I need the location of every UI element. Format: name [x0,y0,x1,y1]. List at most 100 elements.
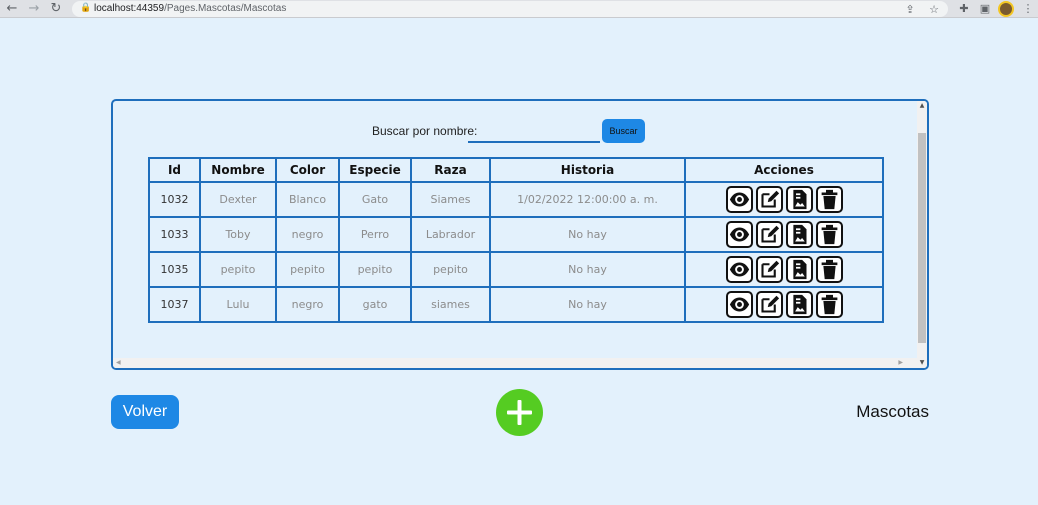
eye-icon [729,192,749,207]
view-button[interactable] [725,291,753,318]
search-button[interactable]: Buscar [602,119,645,143]
edit-button[interactable] [755,256,783,283]
eye-icon [729,262,749,277]
cell-acciones [684,286,884,323]
view-button[interactable] [725,221,753,248]
url-text: localhost:44359/Pages.Mascotas/Mascotas [94,3,287,14]
delete-button[interactable] [815,186,843,213]
plus-icon [507,400,532,425]
search-input[interactable] [468,121,600,143]
eye-icon [729,227,749,242]
row-actions [686,291,882,318]
cell-raza: siames [410,286,491,323]
cell-acciones [684,181,884,218]
add-mascota-button[interactable] [496,389,543,436]
view-button[interactable] [725,186,753,213]
row-actions [686,221,882,248]
search-label: Buscar por nombre: [372,124,478,138]
lock-icon: 🔒 [80,3,92,13]
scroll-left-icon[interactable]: ◀ [116,359,121,366]
browser-toolbar: ← → ↻ 🔒 localhost:44359/Pages.Mascotas/M… [0,0,1038,18]
edit-icon [760,260,779,278]
edit-button[interactable] [755,221,783,248]
cell-nombre: Dexter [199,181,277,218]
column-header-especie: Especie [338,157,412,183]
table-header-row: Id Nombre Color Especie Raza Historia Ac… [148,157,884,183]
document-icon [792,224,806,245]
table-row: 1037 Lulu negro gato siames No hay [148,286,884,323]
volver-button[interactable]: Volver [111,395,179,429]
delete-button[interactable] [815,291,843,318]
star-icon[interactable]: ☆ [926,2,942,18]
eye-icon [729,297,749,312]
forward-arrow-icon[interactable]: → [26,1,42,17]
edit-icon [760,190,779,208]
column-header-id: Id [148,157,201,183]
document-icon [792,189,806,210]
document-icon [792,259,806,280]
document-button[interactable] [785,256,813,283]
cell-id: 1037 [148,286,201,323]
vertical-scrollbar[interactable]: ▲ ▼ [917,101,927,368]
column-header-color: Color [275,157,340,183]
cell-acciones [684,251,884,288]
cell-especie: gato [338,286,412,323]
column-header-acciones: Acciones [684,157,884,183]
edit-button[interactable] [755,186,783,213]
cell-nombre: Toby [199,216,277,253]
scroll-down-icon[interactable]: ▼ [917,359,927,366]
share-icon[interactable]: ⇪ [902,2,918,18]
cell-id: 1032 [148,181,201,218]
cell-especie: pepito [338,251,412,288]
edit-button[interactable] [755,291,783,318]
cell-historia: 1/02/2022 12:00:00 a. m. [489,181,686,218]
puzzle-extension-icon[interactable]: ✚ [956,1,972,17]
vertical-scrollbar-thumb[interactable] [918,133,926,343]
column-header-nombre: Nombre [199,157,277,183]
side-panel-icon[interactable]: ▣ [977,1,993,17]
view-button[interactable] [725,256,753,283]
scroll-right-icon[interactable]: ▶ [898,359,903,366]
cell-color: negro [275,216,340,253]
back-arrow-icon[interactable]: ← [4,1,20,17]
horizontal-scrollbar[interactable]: ◀ ▶ [113,358,917,368]
profile-avatar[interactable] [998,1,1014,17]
document-icon [792,294,806,315]
delete-button[interactable] [815,256,843,283]
row-actions [686,256,882,283]
edit-icon [760,295,779,313]
document-button[interactable] [785,186,813,213]
cell-nombre: Lulu [199,286,277,323]
document-button[interactable] [785,221,813,248]
row-actions [686,186,882,213]
edit-icon [760,225,779,243]
mascotas-table: Id Nombre Color Especie Raza Historia Ac… [148,157,884,323]
column-header-historia: Historia [489,157,686,183]
cell-raza: Labrador [410,216,491,253]
cell-color: pepito [275,251,340,288]
mascotas-panel: Buscar por nombre: Buscar Id Nombre Colo… [111,99,929,370]
cell-historia: No hay [489,251,686,288]
document-button[interactable] [785,291,813,318]
cell-especie: Perro [338,216,412,253]
delete-button[interactable] [815,221,843,248]
cell-raza: pepito [410,251,491,288]
cell-historia: No hay [489,286,686,323]
cell-id: 1033 [148,216,201,253]
cell-id: 1035 [148,251,201,288]
cell-historia: No hay [489,216,686,253]
address-bar[interactable]: 🔒 localhost:44359/Pages.Mascotas/Mascota… [72,1,948,17]
column-header-raza: Raza [410,157,491,183]
cell-acciones [684,216,884,253]
trash-icon [821,189,837,210]
reload-icon[interactable]: ↻ [48,1,64,17]
menu-dots-icon[interactable]: ⋮ [1020,1,1036,17]
table-row: 1035 pepito pepito pepito pepito No hay [148,251,884,288]
page-title: Mascotas [856,402,929,421]
trash-icon [821,294,837,315]
cell-color: Blanco [275,181,340,218]
trash-icon [821,224,837,245]
cell-nombre: pepito [199,251,277,288]
cell-color: negro [275,286,340,323]
scroll-up-icon[interactable]: ▲ [917,102,927,109]
